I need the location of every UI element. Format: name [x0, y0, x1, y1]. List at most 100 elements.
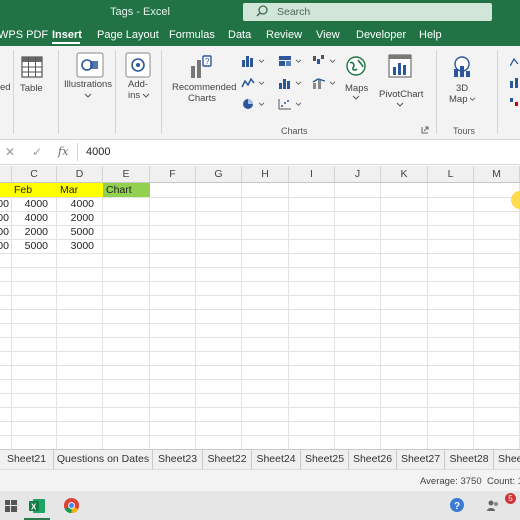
excel-app-icon[interactable]: X — [29, 498, 45, 514]
pivotchart-label: PivotChart — [379, 89, 424, 100]
gridline — [0, 379, 520, 380]
insert-function-button[interactable]: fx — [58, 145, 68, 158]
tab-developer[interactable]: Developer — [356, 29, 406, 41]
cell-d-row4[interactable]: 3000 — [56, 239, 102, 253]
column-header-g[interactable]: G — [196, 166, 242, 183]
help-icon[interactable]: ? — [449, 497, 465, 513]
gridline — [149, 183, 150, 449]
confirm-entry-button[interactable]: ✓ — [32, 145, 42, 159]
search-box[interactable]: Search — [243, 3, 492, 21]
sparkline-winloss-icon[interactable] — [510, 96, 520, 108]
hierarchy-chart-icon[interactable] — [278, 55, 292, 67]
column-header-j[interactable]: J — [335, 166, 381, 183]
ribbon-partial-label: ed — [0, 82, 11, 93]
sheet-tab[interactable]: Shee — [494, 450, 520, 469]
sparkline-column-icon[interactable] — [510, 76, 520, 88]
tab-insert[interactable]: Insert — [52, 29, 82, 41]
cell-b-row1[interactable]: 000 — [0, 197, 11, 211]
column-header-e[interactable]: E — [103, 166, 150, 183]
chevron-down-icon — [84, 93, 92, 98]
column-header-c[interactable]: C — [12, 166, 57, 183]
cell-d-row2[interactable]: 2000 — [56, 211, 102, 225]
tab-help[interactable]: Help — [419, 29, 442, 41]
gridline — [380, 183, 381, 449]
cell-b-row4[interactable]: 000 — [0, 239, 11, 253]
cell-e-header[interactable]: Chart — [103, 183, 150, 197]
sheet-tab[interactable]: Sheet24 — [252, 450, 301, 469]
cell-c-row4[interactable]: 5000 — [11, 239, 56, 253]
tab-view[interactable]: View — [316, 29, 340, 41]
3d-map-label-2: Map — [449, 94, 468, 105]
column-header-d[interactable]: D — [57, 166, 103, 183]
cell-d-header[interactable]: Mar — [57, 183, 102, 197]
maps-label: Maps — [345, 83, 369, 94]
sheet-tab[interactable]: Sheet26 — [349, 450, 397, 469]
gridline — [0, 421, 520, 422]
table-label: Table — [20, 83, 43, 94]
column-header-b[interactable] — [0, 166, 12, 183]
windows-start-icon[interactable] — [5, 500, 17, 512]
column-header-l[interactable]: L — [428, 166, 474, 183]
cell-c-row1[interactable]: 4000 — [11, 197, 56, 211]
cell-d-row1[interactable]: 4000 — [56, 197, 102, 211]
gridline — [0, 253, 520, 254]
gridline — [0, 309, 520, 310]
cell-d-row3[interactable]: 5000 — [56, 225, 102, 239]
tab-wps-pdf[interactable]: WPS PDF — [0, 29, 48, 41]
chevron-down-icon — [258, 102, 265, 106]
cell-c-header[interactable]: Feb — [11, 183, 56, 197]
gridline — [0, 393, 520, 394]
gridline — [288, 183, 289, 449]
waterfall-chart-icon[interactable] — [312, 54, 326, 67]
scatter-chart-icon[interactable] — [278, 98, 292, 110]
cell-b-row2[interactable]: 000 — [0, 211, 11, 225]
spreadsheet-grid[interactable]: C D E F G H I J K L M Feb Mar Chart 00 4… — [0, 166, 520, 449]
sparkline-line-icon[interactable] — [510, 56, 520, 68]
pie-chart-icon[interactable] — [241, 98, 255, 110]
active-tab-indicator — [52, 42, 80, 44]
column-header-h[interactable]: H — [242, 166, 289, 183]
line-chart-icon[interactable] — [241, 77, 255, 89]
gridline — [0, 323, 520, 324]
column-chart-icon[interactable] — [241, 55, 255, 67]
tab-review[interactable]: Review — [266, 29, 302, 41]
svg-text:X: X — [31, 503, 37, 512]
recommended-charts-label: Recommended — [172, 82, 237, 93]
column-header-k[interactable]: K — [381, 166, 428, 183]
dialog-launcher-icon[interactable] — [421, 126, 429, 134]
chrome-icon[interactable] — [63, 497, 80, 514]
3d-map-icon — [454, 56, 470, 77]
cell-c-row2[interactable]: 4000 — [11, 211, 56, 225]
sheet-tab[interactable]: Sheet22 — [203, 450, 252, 469]
cell-b-row3[interactable]: 000 — [0, 225, 11, 239]
ribbon-separator — [497, 50, 498, 134]
tab-data[interactable]: Data — [228, 29, 251, 41]
sheet-tab[interactable]: Sheet28 — [445, 450, 494, 469]
cell-c-row3[interactable]: 2000 — [11, 225, 56, 239]
statistic-chart-icon[interactable] — [278, 77, 292, 89]
column-header-m[interactable]: M — [474, 166, 520, 183]
ribbon-separator — [13, 50, 14, 134]
cancel-entry-button[interactable]: ✕ — [5, 145, 15, 159]
sheet-tab[interactable]: Questions on Dates — [54, 450, 153, 469]
pivotchart-icon — [388, 54, 412, 78]
tab-formulas[interactable]: Formulas — [169, 29, 215, 41]
gridline — [0, 351, 520, 352]
column-header-i[interactable]: I — [289, 166, 335, 183]
excel-window: Tags - Excel Search WPS PDF Insert Page … — [0, 0, 520, 520]
gridline — [473, 183, 474, 449]
people-icon[interactable] — [486, 498, 500, 512]
status-average: Average: 3750 — [420, 476, 482, 487]
tab-page-layout[interactable]: Page Layout — [97, 29, 159, 41]
sheet-tab[interactable]: Sheet25 — [301, 450, 349, 469]
sheet-tab[interactable]: Sheet21 — [0, 450, 54, 469]
chevron-down-icon — [295, 59, 302, 63]
combo-chart-icon[interactable] — [312, 77, 326, 89]
addins-label-2: ins — [128, 90, 141, 101]
sheet-tab[interactable]: Sheet23 — [153, 450, 203, 469]
gridline — [427, 183, 428, 449]
gridline — [241, 183, 242, 449]
formula-input[interactable]: 4000 — [86, 146, 110, 158]
sheet-tab[interactable]: Sheet27 — [397, 450, 445, 469]
column-header-f[interactable]: F — [150, 166, 196, 183]
